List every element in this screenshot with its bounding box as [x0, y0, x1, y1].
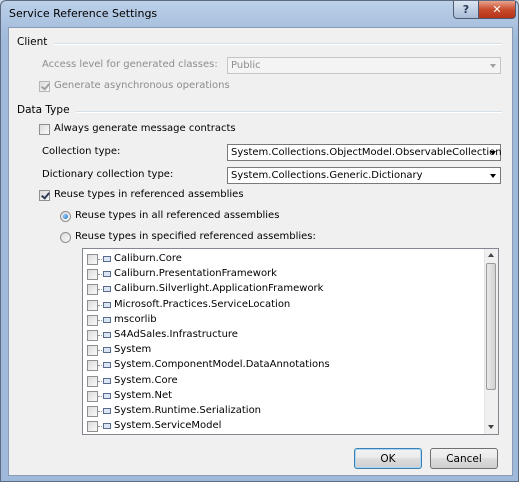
assembly-icon: [103, 332, 111, 338]
assembly-icon: [103, 362, 111, 369]
dictionary-type-label: Dictionary collection type:: [42, 169, 174, 180]
assembly-name: System.Net: [114, 389, 173, 401]
assembly-icon: [103, 408, 111, 414]
generate-async-label: Generate asynchronous operations: [54, 80, 230, 91]
client-group-divider: [54, 43, 502, 45]
client-group-title: Client: [17, 36, 48, 48]
assembly-checkbox[interactable]: [87, 421, 98, 433]
data-type-group-title: Data Type: [17, 104, 70, 116]
scroll-up-icon[interactable]: [485, 249, 498, 262]
cancel-button[interactable]: Cancel: [430, 448, 498, 469]
assembly-name: System.ServiceModel: [114, 420, 222, 432]
collection-type-label: Collection type:: [42, 146, 121, 157]
data-type-group-divider: [76, 111, 502, 113]
assembly-icon: [103, 377, 111, 384]
assembly-name: System: [114, 344, 152, 356]
assembly-name: Caliburn.Core: [114, 253, 182, 264]
assembly-name: System.Core: [114, 374, 178, 386]
reuse-specified-label: Reuse types in specified referenced asse…: [75, 231, 316, 242]
assembly-checkbox[interactable]: [87, 284, 98, 296]
assembly-icon: [103, 301, 111, 308]
assembly-checkbox[interactable]: [87, 254, 98, 265]
assembly-icon: [103, 392, 111, 399]
assembly-checkbox[interactable]: [87, 269, 98, 281]
ok-button[interactable]: OK: [354, 448, 422, 469]
help-icon: ?: [462, 3, 470, 16]
dictionary-type-value: System.Collections.Generic.Dictionary: [231, 170, 423, 181]
assembly-name: Caliburn.PresentationFramework: [114, 268, 277, 280]
assembly-icon: [103, 423, 111, 430]
assemblies-scrollbar[interactable]: [484, 249, 498, 434]
assembly-checkbox[interactable]: [87, 390, 98, 402]
assembly-name: Caliburn.Silverlight.ApplicationFramewor…: [114, 283, 324, 295]
reuse-all-radio[interactable]: [60, 211, 71, 222]
reuse-specified-radio[interactable]: [60, 232, 71, 243]
scroll-down-icon[interactable]: [485, 421, 498, 434]
assembly-icon: [103, 316, 111, 323]
assembly-checkbox[interactable]: [87, 375, 98, 387]
assembly-checkbox[interactable]: [87, 345, 98, 357]
close-icon: ✕: [492, 3, 502, 16]
assembly-icon: [103, 347, 111, 354]
chevron-down-icon: [490, 64, 496, 68]
assembly-name: mscorlib: [114, 313, 157, 325]
reuse-all-label: Reuse types in all referenced assemblies: [75, 210, 280, 221]
assembly-checkbox[interactable]: [87, 406, 98, 417]
access-level-combo[interactable]: Public: [227, 57, 501, 74]
assembly-icon: [103, 271, 111, 278]
assembly-checkbox[interactable]: [87, 360, 98, 372]
title-bar[interactable]: Service Reference Settings ? ✕: [1, 1, 518, 27]
window-title: Service Reference Settings: [9, 7, 158, 20]
reuse-types-label: Reuse types in referenced assemblies: [54, 189, 244, 200]
assemblies-listbox[interactable]: Caliburn.Core Caliburn.PresentationFramew…: [82, 248, 499, 435]
access-level-value: Public: [231, 60, 261, 71]
assembly-name: Microsoft.Practices.ServiceLocation: [114, 298, 291, 310]
assembly-checkbox[interactable]: [87, 299, 98, 311]
reuse-types-checkbox[interactable]: [39, 190, 50, 201]
close-button[interactable]: ✕: [478, 1, 516, 19]
assembly-checkbox[interactable]: [87, 330, 98, 341]
always-generate-checkbox[interactable]: [39, 124, 50, 135]
dialog-window: Service Reference Settings ? ✕ Client Ac…: [0, 0, 519, 482]
assembly-name: S4AdSales.Infrastructure: [114, 329, 238, 340]
access-level-label: Access level for generated classes:: [42, 59, 218, 70]
assembly-icon: [103, 286, 111, 293]
scroll-thumb[interactable]: [486, 263, 496, 390]
collection-type-value: System.Collections.ObjectModel.Observabl…: [231, 147, 502, 158]
chevron-down-icon: [490, 174, 496, 178]
generate-async-checkbox[interactable]: [39, 81, 50, 92]
dialog-client-area: Client Access level for generated classe…: [8, 27, 513, 476]
assembly-name: System.Runtime.Serialization: [114, 405, 262, 416]
chevron-down-icon: [490, 151, 496, 155]
collection-type-combo[interactable]: System.Collections.ObjectModel.Observabl…: [227, 144, 502, 161]
assembly-checkbox[interactable]: [87, 314, 98, 326]
assembly-name: System.ComponentModel.DataAnnotations: [114, 359, 330, 371]
always-generate-label: Always generate message contracts: [54, 123, 236, 134]
help-button[interactable]: ?: [453, 1, 479, 19]
assembly-icon: [103, 256, 111, 262]
dictionary-type-combo[interactable]: System.Collections.Generic.Dictionary: [227, 167, 501, 184]
